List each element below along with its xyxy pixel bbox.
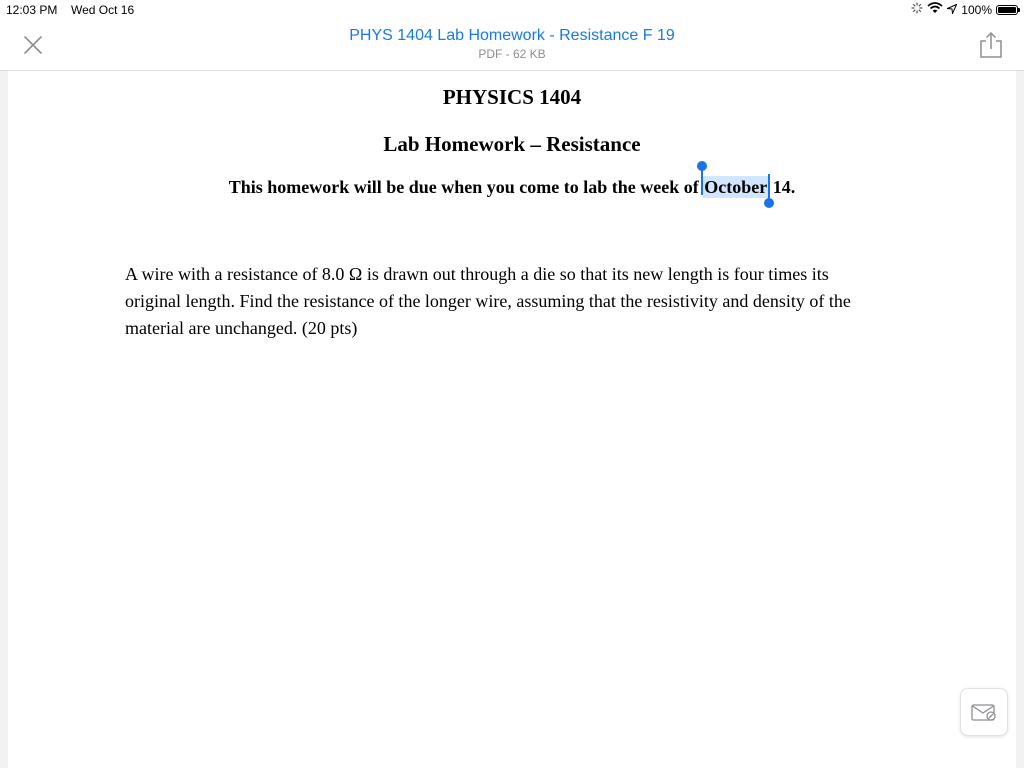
status-date: Wed Oct 16	[71, 3, 135, 17]
selection-end-handle[interactable]	[764, 174, 775, 208]
document-title: PHYS 1404 Lab Homework - Resistance F 19	[349, 27, 675, 44]
due-date-prefix: This homework will be due when you come …	[228, 177, 699, 197]
status-indicators: 100%	[911, 2, 1020, 17]
selection-start-handle[interactable]	[697, 161, 708, 195]
problem-statement: A wire with a resistance of 8.0 Ω is dra…	[125, 264, 851, 338]
share-button[interactable]	[978, 30, 1004, 60]
text-selection[interactable]: October	[697, 161, 775, 208]
pdf-viewer[interactable]: PHYSICS 1404 Lab Homework – Resistance T…	[0, 71, 1024, 768]
markup-icon	[971, 704, 996, 721]
activity-spinner-icon	[911, 2, 923, 17]
status-time: 12:03 PM	[6, 3, 58, 17]
location-icon	[945, 3, 958, 17]
page-subheading: Lab Homework – Resistance	[383, 132, 641, 156]
navigation-bar: PHYS 1404 Lab Homework - Resistance F 19…	[0, 20, 1024, 71]
document-file-info: PDF - 62 KB	[478, 47, 546, 61]
page-heading: PHYSICS 1404	[442, 85, 582, 109]
share-icon	[980, 31, 1002, 58]
due-date-suffix: 14.	[772, 177, 796, 197]
battery-percent: 100%	[961, 2, 992, 17]
status-bar: 12:03 PM Wed Oct 16 100%	[0, 0, 1024, 20]
wifi-icon	[927, 2, 943, 17]
pdf-page[interactable]: PHYSICS 1404 Lab Homework – Resistance T…	[8, 71, 1016, 768]
battery-icon	[996, 4, 1020, 15]
due-date-line: This homework will be due when you come …	[8, 161, 1016, 208]
markup-button[interactable]	[960, 688, 1008, 736]
selected-text: October	[704, 177, 768, 197]
